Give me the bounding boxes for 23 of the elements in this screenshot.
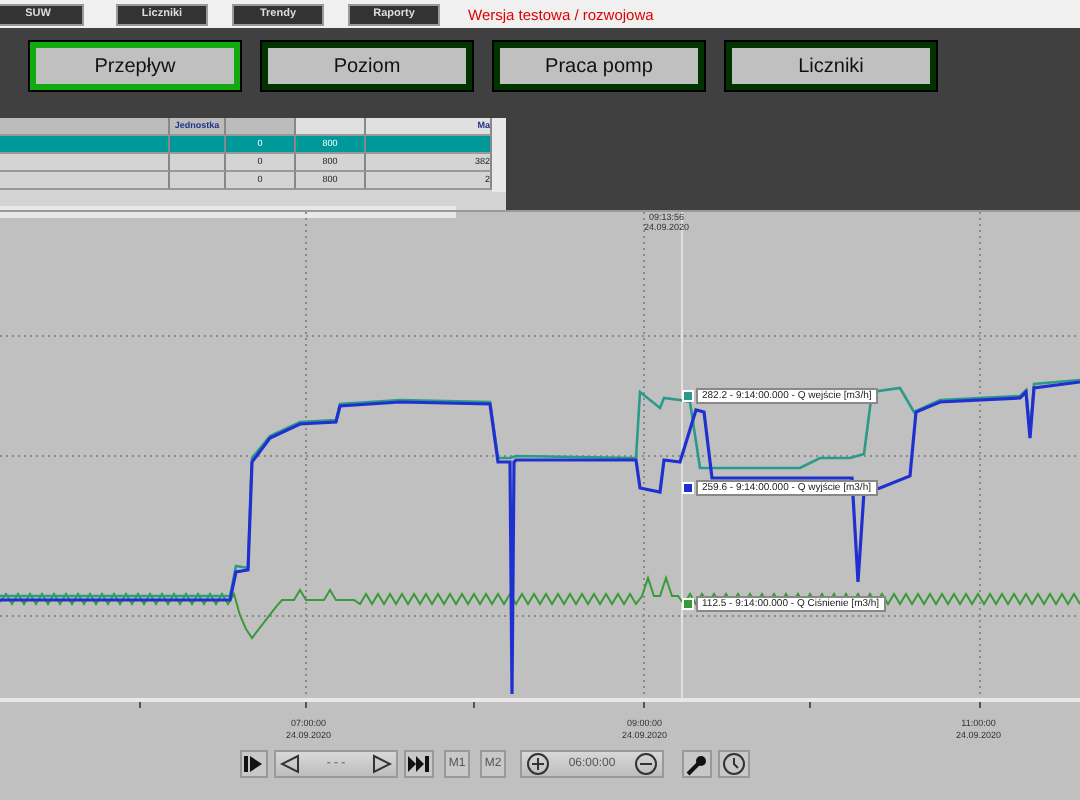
nav-button[interactable]: Liczniki: [726, 42, 936, 90]
vertical-scrollbar[interactable]: [492, 118, 506, 192]
column-header: [296, 118, 366, 136]
clock-button[interactable]: [718, 750, 750, 778]
table-cell: [170, 154, 226, 172]
nav-button[interactable]: Poziom: [262, 42, 472, 90]
skip-end-icon: [408, 754, 430, 774]
zoom-in-icon[interactable]: [526, 752, 550, 776]
settings-button[interactable]: [682, 750, 712, 778]
play-icon: [244, 754, 264, 774]
skip-end-button[interactable]: [404, 750, 434, 778]
nav-button[interactable]: Przepływ: [30, 42, 240, 90]
cursor-line[interactable]: [681, 212, 683, 698]
column-header: [226, 118, 296, 136]
right-arrow-icon: [371, 754, 392, 774]
zoom-out-icon[interactable]: [633, 752, 658, 776]
table-cell: [170, 136, 226, 154]
left-arrow-icon: [280, 754, 300, 774]
nav-button[interactable]: Praca pomp: [494, 42, 704, 90]
table-cell: [170, 172, 226, 190]
clock-icon: [722, 752, 746, 776]
play-button[interactable]: [240, 750, 268, 778]
table-cell: [366, 136, 492, 154]
